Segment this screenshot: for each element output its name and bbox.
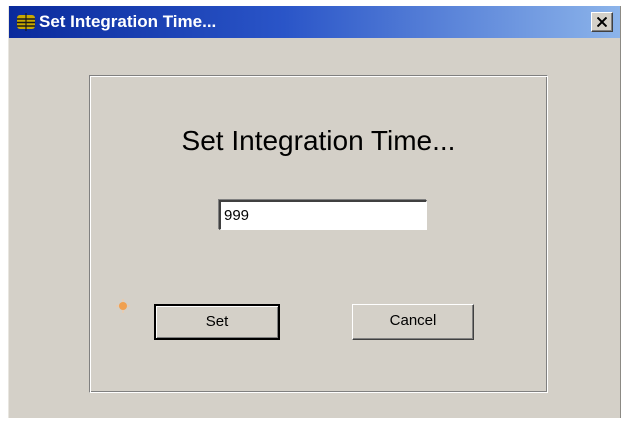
title-bar[interactable]: Set Integration Time...: [9, 6, 620, 38]
window-title: Set Integration Time...: [39, 12, 217, 31]
set-button[interactable]: Set: [154, 304, 280, 340]
cancel-button[interactable]: Cancel: [352, 304, 474, 340]
dialog-window: Set Integration Time... Set Integration …: [8, 6, 621, 418]
close-icon: [597, 17, 607, 27]
close-button[interactable]: [591, 12, 613, 32]
dialog-group-box: Set Integration Time... Set Cancel: [89, 75, 548, 393]
integration-time-input[interactable]: [219, 200, 427, 230]
app-icon: [16, 13, 36, 31]
dialog-heading: Set Integration Time...: [181, 125, 456, 156]
status-dot-icon: [116, 299, 130, 313]
